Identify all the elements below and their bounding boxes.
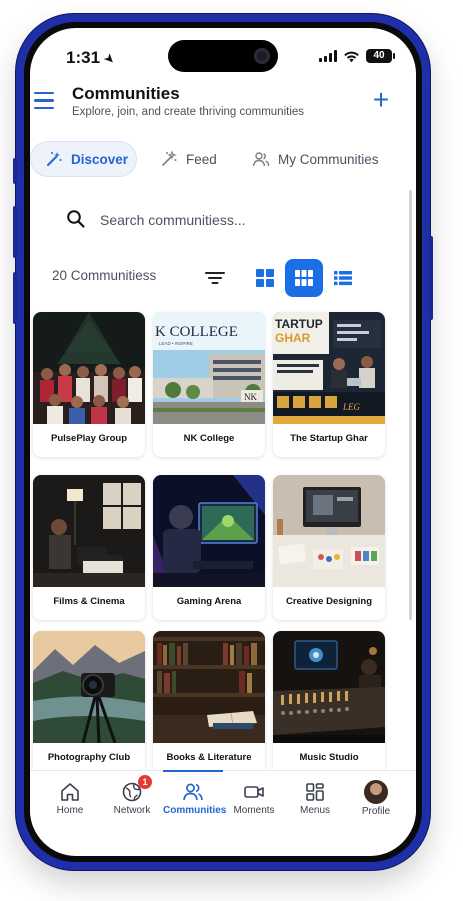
camera-icon: [254, 48, 270, 64]
nav-menus[interactable]: Menus: [285, 771, 345, 829]
nav-moments[interactable]: Moments: [224, 771, 284, 829]
hamburger-menu-icon[interactable]: [34, 92, 54, 110]
network-notification-badge: 1: [138, 775, 152, 789]
page-subtitle: Explore, join, and create thriving commu…: [72, 106, 305, 118]
library-thumbnail: [153, 631, 265, 743]
nav-network-label: Network: [113, 805, 151, 816]
tab-feed[interactable]: Feed: [160, 141, 217, 177]
tab-my-communities[interactable]: My Communities: [252, 141, 379, 177]
community-count: 20 Communitiess: [52, 268, 157, 283]
community-name: Music Studio: [299, 752, 359, 763]
nav-home[interactable]: Home: [40, 771, 100, 829]
svg-text:NK: NK: [244, 392, 257, 402]
college-campus-thumbnail: K COLLEGE LEAD • INSPIRE NK: [153, 312, 265, 424]
community-card-gaming-arena[interactable]: Gaming Arena: [153, 475, 265, 620]
large-grid-icon: [256, 269, 274, 287]
battery-indicator: 40: [366, 49, 395, 63]
svg-text:K COLLEGE: K COLLEGE: [155, 324, 238, 340]
status-time-text: 1:31: [66, 48, 101, 67]
svg-text:LEG: LEG: [342, 402, 361, 412]
nav-profile[interactable]: Profile: [346, 771, 406, 829]
tab-feed-label: Feed: [186, 151, 217, 167]
music-studio-thumbnail: [273, 631, 385, 743]
community-tabs: Discover Feed My Communities: [30, 141, 400, 177]
community-name: Creative Designing: [285, 596, 373, 607]
filter-icon[interactable]: [204, 268, 226, 288]
power-side-button: [429, 236, 433, 320]
community-card-photography-club[interactable]: Photography Club: [33, 631, 145, 776]
startup-poster-thumbnail: TARTUP GHAR LEG: [273, 312, 385, 424]
status-icons: 40: [319, 49, 395, 63]
location-arrow-icon: ➤: [100, 49, 119, 68]
communities-grid: PulsePlay Group K COLLEGE LEAD • INSPIRE…: [33, 312, 385, 782]
nav-communities-label: Communities: [163, 805, 227, 816]
add-community-button[interactable]: +: [366, 86, 396, 116]
list-view-button[interactable]: [324, 259, 362, 297]
grid-view-button[interactable]: [285, 259, 323, 297]
group-photo-thumbnail: [33, 312, 145, 424]
community-name: Photography Club: [47, 752, 131, 763]
large-grid-view-button[interactable]: [246, 259, 284, 297]
search-box[interactable]: [58, 200, 362, 240]
cellular-signal-icon: [319, 50, 337, 62]
list-icon: [334, 271, 352, 286]
nav-network[interactable]: 1 Network: [102, 771, 162, 829]
gaming-setup-thumbnail: [153, 475, 265, 587]
nav-profile-label: Profile: [361, 806, 391, 817]
tab-discover-label: Discover: [71, 151, 129, 167]
nav-home-label: Home: [56, 805, 84, 816]
community-name: The Startup Ghar: [290, 433, 368, 444]
community-card-startup-ghar[interactable]: TARTUP GHAR LEG The Startup Ghar: [273, 312, 385, 457]
bottom-navigation: Home 1 Network Communities Moments Menus…: [30, 770, 416, 828]
community-name: Gaming Arena: [176, 596, 242, 607]
tab-discover[interactable]: Discover: [30, 141, 137, 177]
film-set-thumbnail: [33, 475, 145, 587]
community-name: NK College: [183, 433, 235, 444]
status-time: 1:31➤: [66, 48, 119, 68]
dynamic-island: [168, 40, 278, 72]
community-card-pulseplay[interactable]: PulsePlay Group: [33, 312, 145, 457]
community-name: PulsePlay Group: [50, 433, 128, 444]
app-header: Communities Explore, join, and create th…: [30, 82, 416, 142]
grid-icon: [295, 270, 313, 286]
community-card-music-studio[interactable]: Music Studio: [273, 631, 385, 776]
magic-wand-icon: [162, 150, 177, 166]
camera-landscape-thumbnail: [33, 631, 145, 743]
community-card-nk-college[interactable]: K COLLEGE LEAD • INSPIRE NK NK College: [153, 312, 265, 457]
avatar: [364, 780, 388, 804]
grid-icon: [306, 783, 324, 801]
search-input[interactable]: [100, 206, 350, 234]
volume-down-side-button: [13, 272, 17, 324]
users-icon: [252, 152, 270, 167]
nav-moments-label: Moments: [233, 805, 275, 816]
search-icon: [67, 210, 85, 228]
magic-wand-icon: [47, 152, 62, 166]
device-screen: 1:31➤ 40 Communities Explore, join, and …: [30, 28, 416, 856]
community-card-books-literature[interactable]: Books & Literature: [153, 631, 265, 776]
users-icon: [183, 783, 203, 801]
results-toolbar: 20 Communitiess: [30, 258, 416, 298]
status-bar: 1:31➤ 40: [30, 28, 416, 88]
community-card-films-cinema[interactable]: Films & Cinema: [33, 475, 145, 620]
svg-text:GHAR: GHAR: [275, 331, 311, 345]
home-icon: [61, 783, 79, 801]
tab-my-communities-label: My Communities: [278, 151, 379, 167]
community-name: Books & Literature: [166, 752, 252, 763]
design-desk-thumbnail: [273, 475, 385, 587]
video-icon: [244, 786, 264, 798]
wifi-icon: [344, 51, 359, 62]
scrollbar[interactable]: [409, 190, 412, 620]
svg-text:TARTUP: TARTUP: [275, 317, 323, 331]
nav-communities[interactable]: Communities: [163, 770, 227, 829]
svg-text:LEAD • INSPIRE: LEAD • INSPIRE: [159, 341, 193, 346]
nav-menus-label: Menus: [299, 805, 330, 816]
action-side-button: [13, 158, 17, 184]
volume-up-side-button: [13, 206, 17, 258]
community-name: Films & Cinema: [53, 596, 125, 607]
community-card-creative-designing[interactable]: Creative Designing: [273, 475, 385, 620]
page-title: Communities: [72, 84, 180, 103]
